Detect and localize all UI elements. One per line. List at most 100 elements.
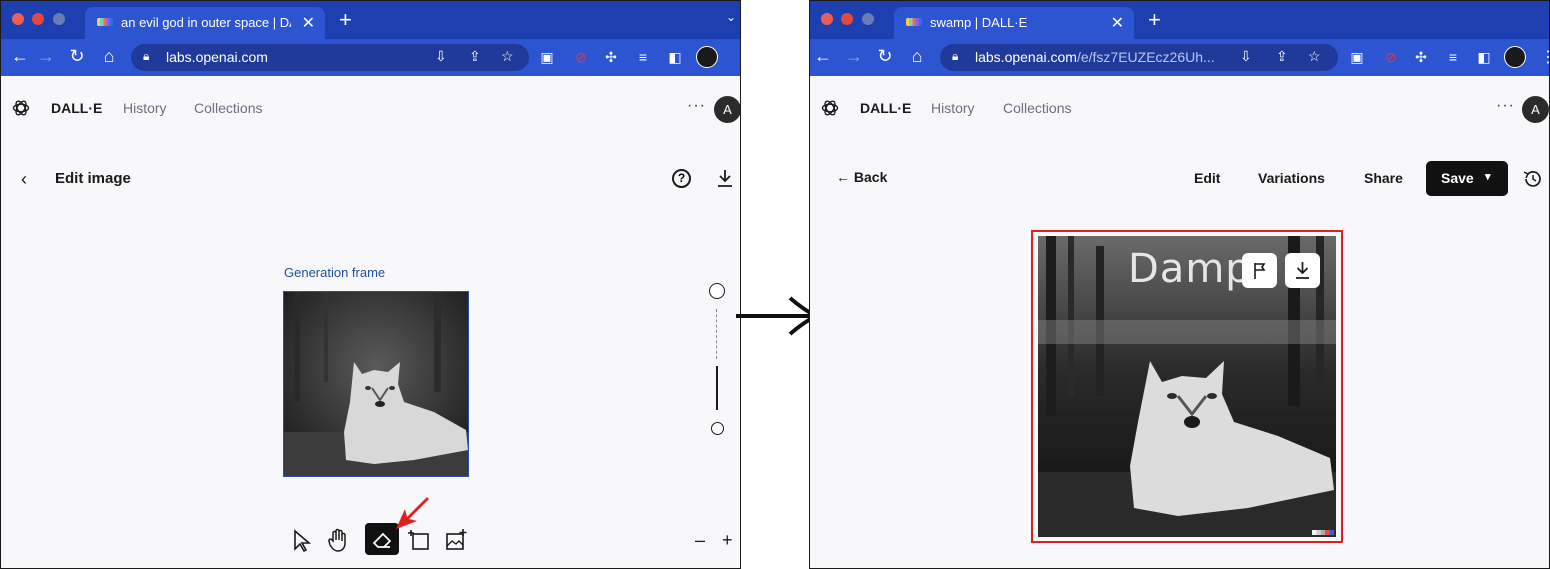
dalle-favicon-icon xyxy=(97,18,113,26)
share-page-icon[interactable]: ⇪ xyxy=(469,48,481,65)
reload-icon[interactable]: ↻ xyxy=(66,46,88,67)
install-app-icon[interactable]: ⇩ xyxy=(1240,48,1252,65)
home-icon[interactable]: ⌂ xyxy=(98,46,120,67)
lock-icon: 🔒︎ xyxy=(952,49,959,63)
generation-frame-label: Generation frame xyxy=(284,265,386,280)
install-app-icon[interactable]: ⇩ xyxy=(435,48,447,65)
openai-logo-icon[interactable] xyxy=(11,98,31,118)
back-arrow-icon[interactable]: ← xyxy=(9,46,31,67)
extension-blocker-icon[interactable]: ⊘ xyxy=(1382,48,1400,66)
more-options-icon[interactable]: ··· xyxy=(1496,97,1515,115)
browser-menu-icon[interactable]: ⋮ xyxy=(734,47,740,67)
maximize-window-button[interactable] xyxy=(862,13,874,25)
zoom-slider-min-handle[interactable] xyxy=(711,422,724,435)
generated-image[interactable]: Dampr xyxy=(1038,236,1336,537)
new-tab-button[interactable]: + xyxy=(1148,7,1161,33)
reload-icon[interactable]: ↻ xyxy=(874,46,896,67)
back-label: Back xyxy=(853,169,888,185)
edit-button[interactable]: Edit xyxy=(1194,170,1220,186)
brand-name[interactable]: DALL·E xyxy=(51,100,102,116)
close-window-button[interactable] xyxy=(12,13,24,25)
extension-tabs-icon[interactable]: ▣ xyxy=(538,48,556,66)
nav-collections[interactable]: Collections xyxy=(194,100,262,116)
back-arrow-icon: ← xyxy=(836,169,850,185)
address-bar[interactable]: 🔒︎ labs.openai.com/e/fsz7EUZEcz26Uh... ⇩… xyxy=(940,44,1338,71)
download-icon xyxy=(1296,262,1309,279)
zoom-slider-max-handle[interactable] xyxy=(709,283,725,299)
dalle-favicon-icon xyxy=(906,18,922,26)
nav-history[interactable]: History xyxy=(931,100,975,116)
select-tool-icon[interactable] xyxy=(287,525,317,555)
annotation-arrow-red xyxy=(396,497,429,529)
app-header: DALL·E History Collections ··· A xyxy=(1,76,740,140)
tab-title: an evil god in outer space | DALL·E xyxy=(121,15,291,30)
new-tab-button[interactable]: + xyxy=(339,7,352,33)
help-icon[interactable]: ? xyxy=(672,169,691,188)
browser-toolbar: ← → ↻ ⌂ 🔒︎ labs.openai.com/e/fsz7EUZEcz2… xyxy=(810,39,1549,76)
browser-tab-active[interactable]: an evil god in outer space | DALL·E ✕ xyxy=(85,7,325,39)
flag-icon xyxy=(1254,263,1266,279)
side-panel-icon[interactable]: ◧ xyxy=(1475,48,1493,66)
close-window-button[interactable] xyxy=(821,13,833,25)
close-tab-icon[interactable]: ✕ xyxy=(302,13,315,33)
extension-tabs-icon[interactable]: ▣ xyxy=(1348,48,1366,66)
user-avatar[interactable]: A xyxy=(714,96,740,123)
chevron-down-icon: ▾ xyxy=(1485,171,1491,183)
app-header: DALL·E History Collections ··· A xyxy=(810,76,1549,140)
browser-toolbar: ← → ↻ ⌂ 🔒︎ labs.openai.com ⇩ ⇪ ☆ ▣ ⊘ ✣ ≡… xyxy=(1,39,740,76)
generation-frame-image[interactable] xyxy=(283,291,469,477)
url-text: labs.openai.com xyxy=(166,49,268,65)
user-avatar[interactable]: A xyxy=(1522,96,1549,123)
history-icon[interactable] xyxy=(1522,168,1544,190)
home-icon[interactable]: ⌂ xyxy=(906,46,928,67)
zoom-slider-track-dashed xyxy=(716,309,718,359)
tab-title: swamp | DALL·E xyxy=(930,15,1028,30)
brand-name[interactable]: DALL·E xyxy=(860,100,911,116)
close-tab-icon[interactable]: ✕ xyxy=(1111,13,1124,33)
forward-arrow-icon[interactable]: → xyxy=(843,46,865,67)
share-button[interactable]: Share xyxy=(1364,170,1403,186)
image-download-button[interactable] xyxy=(1285,253,1320,288)
maximize-window-button[interactable] xyxy=(53,13,65,25)
browser-tab-active[interactable]: swamp | DALL·E ✕ xyxy=(894,7,1134,39)
minimize-window-button[interactable] xyxy=(32,13,44,25)
browser-window-editor: an evil god in outer space | DALL·E ✕ + … xyxy=(0,0,741,569)
bookmark-star-icon[interactable]: ☆ xyxy=(1308,48,1321,65)
nav-collections[interactable]: Collections xyxy=(1003,100,1071,116)
side-panel-icon[interactable]: ◧ xyxy=(666,48,684,66)
back-arrow-icon[interactable]: ← xyxy=(812,46,834,67)
tab-search-chevron-icon[interactable]: ⌄ xyxy=(726,10,736,24)
reading-list-icon[interactable]: ≡ xyxy=(1444,48,1462,66)
variations-button[interactable]: Variations xyxy=(1258,170,1325,186)
minimize-window-button[interactable] xyxy=(841,13,853,25)
back-chevron-icon[interactable]: ‹ xyxy=(21,169,27,190)
result-image-highlight: Dampr xyxy=(1031,230,1343,543)
bookmark-star-icon[interactable]: ☆ xyxy=(501,48,514,65)
profile-avatar[interactable] xyxy=(696,46,718,68)
nav-history[interactable]: History xyxy=(123,100,167,116)
tab-strip: an evil god in outer space | DALL·E ✕ + … xyxy=(1,1,740,39)
back-button[interactable]: ← Back xyxy=(836,169,887,185)
hand-tool-icon[interactable] xyxy=(323,525,353,555)
page-title: Edit image xyxy=(55,170,131,187)
lock-icon: 🔒︎ xyxy=(143,49,150,63)
upload-image-icon[interactable] xyxy=(441,525,471,555)
forward-arrow-icon[interactable]: → xyxy=(35,46,57,67)
share-page-icon[interactable]: ⇪ xyxy=(1276,48,1288,65)
reading-list-icon[interactable]: ≡ xyxy=(634,48,652,66)
browser-menu-icon[interactable]: ⋮ xyxy=(1540,47,1549,67)
extension-puzzle-icon[interactable]: ✣ xyxy=(602,48,620,66)
download-icon[interactable] xyxy=(715,167,735,189)
openai-logo-icon[interactable] xyxy=(820,98,840,118)
zoom-slider-track[interactable] xyxy=(716,366,718,410)
zoom-out-button[interactable]: – xyxy=(695,530,705,551)
zoom-in-button[interactable]: + xyxy=(722,530,733,551)
more-options-icon[interactable]: ··· xyxy=(687,97,706,115)
extension-puzzle-icon[interactable]: ✣ xyxy=(1412,48,1430,66)
extension-blocker-icon[interactable]: ⊘ xyxy=(572,48,590,66)
save-button[interactable]: Save ▾ xyxy=(1426,161,1508,196)
save-label: Save xyxy=(1441,170,1474,186)
profile-avatar[interactable] xyxy=(1504,46,1526,68)
address-bar[interactable]: 🔒︎ labs.openai.com ⇩ ⇪ ☆ xyxy=(131,44,529,71)
report-flag-button[interactable] xyxy=(1242,253,1277,288)
